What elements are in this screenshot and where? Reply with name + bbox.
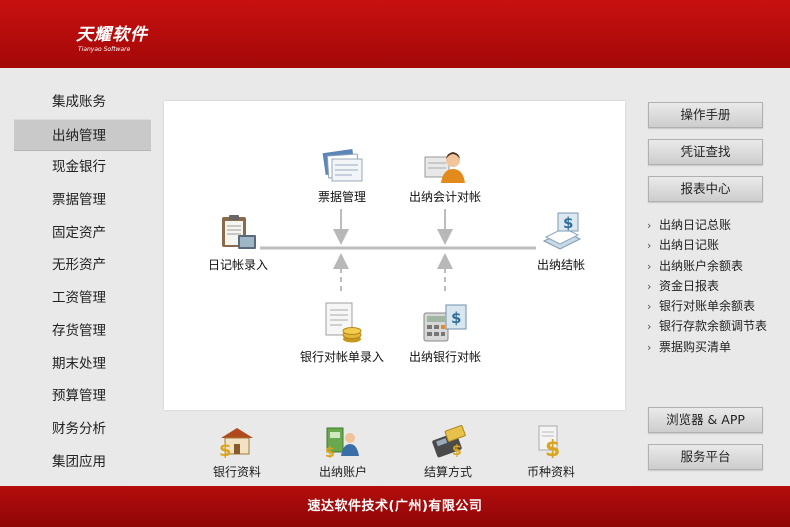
chevron-right-icon: › [647, 239, 652, 253]
company-name: 速达软件技术(广州)有限公司 [307, 499, 483, 514]
svg-text:$: $ [219, 440, 232, 458]
node-cashier-bank-reconcile-label: 出纳银行对帐 [408, 350, 481, 364]
svg-text:$: $ [325, 445, 335, 458]
voucher-search-button[interactable]: 凭证查找 [648, 139, 763, 165]
bank-info-label: 银行资料 [212, 465, 261, 479]
settlement-method-label: 结算方式 [423, 465, 472, 479]
chevron-right-icon: › [647, 340, 652, 354]
sidebar-item-financial-analysis[interactable]: 财务分析 [14, 413, 151, 446]
report-list: › 出纳日记总账 › 出纳日记账 › 出纳账户余额表 › 资金日报表 › 银行对账单余额表… [647, 215, 787, 357]
sidebar-item-cashier-management[interactable]: 出纳管理 [14, 118, 151, 152]
report-link-label: 银行存款余额调节表 [659, 319, 768, 334]
cashier-account-shortcut[interactable]: $ 出纳账户 [298, 424, 388, 480]
node-cashier-close-label: 出纳结帐 [536, 258, 585, 272]
node-cashier-reconcile[interactable]: 出纳会计对帐 [400, 147, 490, 205]
report-link-cash-general-ledger[interactable]: › 出纳日记总账 [647, 215, 787, 235]
sidebar-item-group-application[interactable]: 集团应用 [14, 446, 151, 479]
bank-house-icon: $ [219, 428, 253, 461]
sidebar: 集成账务 出纳管理 现金银行 票据管理 固定资产 无形资产 工资管理 存货管理 … [14, 86, 151, 478]
sidebar-item-fixed-assets[interactable]: 固定资产 [14, 217, 151, 250]
cashier-account-icon: $ [325, 427, 359, 461]
report-link-bill-purchase[interactable]: › 票据购买清单 [647, 337, 787, 357]
header-bar: 天耀软件 Tianyao Software [0, 0, 790, 68]
node-cashier-bank-reconcile[interactable]: $ 出纳银行对帐 [400, 301, 490, 365]
sidebar-item-budget[interactable]: 预算管理 [14, 380, 151, 413]
node-bill-management[interactable]: 票据管理 [306, 147, 378, 205]
chevron-right-icon: › [647, 259, 652, 273]
ledger-close-icon: $ [542, 212, 582, 250]
clipboard-icon [222, 215, 256, 249]
node-journal-entry[interactable]: 日记帐录入 [200, 213, 276, 273]
node-bank-statement-entry[interactable]: 银行对帐单录入 [294, 301, 390, 365]
sidebar-item-integrated-accounting[interactable]: 集成账务 [14, 86, 151, 119]
node-cashier-close[interactable]: $ 出纳结帐 [528, 211, 594, 273]
report-link-bank-statement-balance[interactable]: › 银行对账单余额表 [647, 296, 787, 316]
bank-info-shortcut[interactable]: $ 银行资料 [192, 424, 282, 480]
sidebar-item-intangible-assets[interactable]: 无形资产 [14, 249, 151, 282]
report-link-label: 出纳账户余额表 [659, 258, 744, 273]
report-link-bank-reconciliation[interactable]: › 银行存款余额调节表 [647, 316, 787, 336]
node-cashier-reconcile-label: 出纳会计对帐 [408, 190, 481, 204]
brand-name: 天耀软件 [76, 25, 148, 45]
currency-info-shortcut[interactable]: $ 币种资料 [506, 424, 596, 480]
currency-icon: $ [538, 425, 560, 462]
settlement-method-shortcut[interactable]: $ 结算方式 [403, 424, 493, 480]
chevron-right-icon: › [647, 219, 652, 232]
node-journal-entry-label: 日记帐录入 [207, 258, 268, 272]
report-link-label: 出纳日记总账 [659, 218, 732, 232]
svg-text:$: $ [563, 214, 573, 232]
svg-text:$: $ [451, 309, 461, 327]
calculator-reconcile-icon: $ [423, 304, 467, 342]
brand-logo: 天耀软件 Tianyao Software [76, 20, 148, 53]
statement-coins-icon [325, 302, 362, 343]
operation-manual-button[interactable]: 操作手册 [648, 102, 763, 128]
card-terminal-icon: $ [432, 425, 466, 459]
accountant-icon [424, 152, 465, 183]
report-link-cash-journal[interactable]: › 出纳日记账 [647, 235, 787, 255]
bills-icon [322, 149, 363, 182]
svg-text:$: $ [452, 443, 462, 458]
sidebar-item-period-end[interactable]: 期末处理 [14, 348, 151, 381]
svg-text:$: $ [545, 437, 560, 458]
brand-subtitle: Tianyao Software [78, 46, 131, 53]
report-link-label: 资金日报表 [659, 278, 720, 293]
report-link-label: 出纳日记账 [659, 238, 720, 253]
sidebar-item-payroll[interactable]: 工资管理 [14, 282, 151, 315]
report-link-daily-fund[interactable]: › 资金日报表 [647, 276, 787, 296]
chevron-right-icon: › [647, 300, 652, 314]
sidebar-item-cash-bank[interactable]: 现金银行 [14, 151, 151, 184]
sidebar-item-bill-management[interactable]: 票据管理 [14, 184, 151, 217]
footer-bar: 速达软件技术(广州)有限公司 [0, 486, 790, 527]
chevron-right-icon: › [647, 279, 652, 293]
report-center-button[interactable]: 报表中心 [648, 176, 763, 202]
report-link-account-balance[interactable]: › 出纳账户余额表 [647, 256, 787, 276]
currency-info-label: 币种资料 [526, 465, 575, 479]
report-link-label: 票据购买清单 [659, 339, 732, 354]
cashier-account-label: 出纳账户 [318, 465, 367, 479]
cashier-flow-panel: 日记帐录入 票据管理 出纳会计对帐 $ 出纳结帐 银行对帐单录入 $ 出纳银行对… [164, 101, 625, 410]
service-platform-button[interactable]: 服务平台 [648, 444, 763, 470]
chevron-right-icon: › [647, 320, 652, 334]
browser-app-button[interactable]: 浏览器 & APP [648, 407, 763, 433]
report-link-label: 银行对账单余额表 [659, 299, 756, 314]
sidebar-item-inventory[interactable]: 存货管理 [14, 315, 151, 348]
node-bill-management-label: 票据管理 [317, 190, 366, 204]
node-bank-statement-entry-label: 银行对帐单录入 [299, 350, 384, 364]
